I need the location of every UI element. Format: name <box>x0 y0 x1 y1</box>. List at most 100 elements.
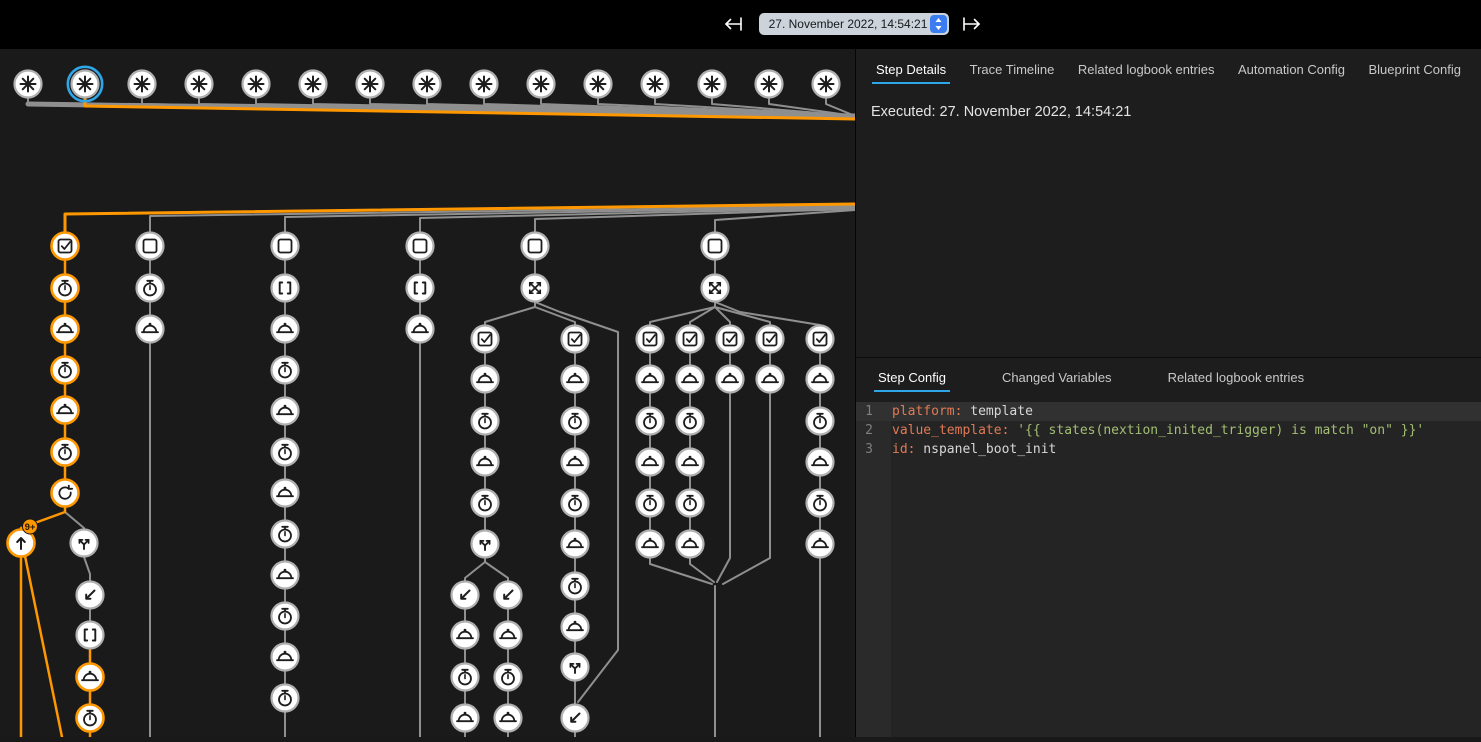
service-node[interactable] <box>637 531 664 558</box>
asterisk-node[interactable] <box>414 71 441 98</box>
service-node[interactable] <box>137 316 164 343</box>
service-node[interactable] <box>52 316 79 343</box>
service-node[interactable] <box>717 366 744 393</box>
service-node[interactable] <box>272 398 299 425</box>
asterisk-node[interactable] <box>585 71 612 98</box>
timer-node[interactable] <box>472 408 499 435</box>
brackets-node[interactable] <box>272 275 299 302</box>
timer-node[interactable] <box>52 439 79 466</box>
previous-run-button[interactable] <box>722 15 744 33</box>
timer-node[interactable] <box>807 490 834 517</box>
timer-node[interactable] <box>52 275 79 302</box>
asterisk-node[interactable] <box>528 71 555 98</box>
service-node[interactable] <box>562 366 589 393</box>
service-node[interactable] <box>407 316 434 343</box>
timer-node[interactable] <box>272 521 299 548</box>
service-node[interactable] <box>677 531 704 558</box>
next-run-button[interactable] <box>961 15 983 33</box>
timer-node[interactable] <box>637 490 664 517</box>
service-node[interactable] <box>562 449 589 476</box>
square-node[interactable] <box>407 233 434 260</box>
asterisk-node[interactable] <box>357 71 384 98</box>
service-node[interactable] <box>807 449 834 476</box>
service-node[interactable] <box>562 614 589 641</box>
service-node[interactable] <box>52 397 79 424</box>
timer-node[interactable] <box>272 685 299 712</box>
tab-step-details[interactable]: Step Details <box>872 56 950 84</box>
timer-node[interactable] <box>472 490 499 517</box>
asterisk-node[interactable] <box>15 71 42 98</box>
timer-node[interactable] <box>562 408 589 435</box>
arrow-sw-node[interactable] <box>562 705 589 732</box>
timer-node[interactable] <box>562 490 589 517</box>
tab-automation-config[interactable]: Automation Config <box>1234 56 1349 84</box>
service-node[interactable] <box>452 705 479 732</box>
timer-node[interactable] <box>52 357 79 384</box>
tab-related-logbook-entries[interactable]: Related logbook entries <box>1074 56 1219 84</box>
timer-node[interactable] <box>272 603 299 630</box>
asterisk-node[interactable] <box>813 71 840 98</box>
arrow-up-node[interactable]: 9+ <box>8 519 38 557</box>
service-node[interactable] <box>272 644 299 671</box>
service-node[interactable] <box>472 449 499 476</box>
service-node[interactable] <box>272 316 299 343</box>
timer-node[interactable] <box>677 408 704 435</box>
service-node[interactable] <box>495 622 522 649</box>
repeat-node[interactable] <box>52 480 79 507</box>
timer-node[interactable] <box>272 439 299 466</box>
service-node[interactable] <box>472 366 499 393</box>
service-node[interactable] <box>757 366 784 393</box>
service-node[interactable] <box>77 664 104 691</box>
checkbox-node[interactable] <box>562 326 589 353</box>
service-node[interactable] <box>637 366 664 393</box>
choose-node[interactable] <box>702 275 729 302</box>
split-node[interactable] <box>472 531 499 558</box>
timer-node[interactable] <box>677 490 704 517</box>
service-node[interactable] <box>677 366 704 393</box>
tab-blueprint-config[interactable]: Blueprint Config <box>1364 56 1465 84</box>
split-node[interactable] <box>562 654 589 681</box>
split-node[interactable] <box>71 530 98 557</box>
choose-node[interactable] <box>522 275 549 302</box>
asterisk-node[interactable] <box>129 71 156 98</box>
timer-node[interactable] <box>495 664 522 691</box>
timer-node[interactable] <box>807 408 834 435</box>
asterisk-node[interactable] <box>300 71 327 98</box>
tab-changed-variables[interactable]: Changed Variables <box>998 364 1116 392</box>
asterisk-node[interactable] <box>756 71 783 98</box>
asterisk-node[interactable] <box>186 71 213 98</box>
checkbox-node[interactable] <box>637 326 664 353</box>
service-node[interactable] <box>807 531 834 558</box>
tab-trace-timeline[interactable]: Trace Timeline <box>966 56 1059 84</box>
timer-node[interactable] <box>452 664 479 691</box>
arrow-sw-node[interactable] <box>77 582 104 609</box>
timer-node[interactable] <box>77 705 104 732</box>
checkbox-node[interactable] <box>807 326 834 353</box>
service-node[interactable] <box>495 705 522 732</box>
asterisk-node[interactable] <box>471 71 498 98</box>
timer-node[interactable] <box>137 275 164 302</box>
checkbox-node[interactable] <box>717 326 744 353</box>
asterisk-node[interactable] <box>642 71 669 98</box>
run-selector[interactable]: 27. November 2022, 14:54:21 <box>759 13 949 35</box>
brackets-node[interactable] <box>77 622 104 649</box>
service-node[interactable] <box>562 531 589 558</box>
service-node[interactable] <box>677 449 704 476</box>
service-node[interactable] <box>807 366 834 393</box>
timer-node[interactable] <box>272 357 299 384</box>
square-node[interactable] <box>137 233 164 260</box>
service-node[interactable] <box>637 449 664 476</box>
service-node[interactable] <box>272 562 299 589</box>
timer-node[interactable] <box>637 408 664 435</box>
checkbox-node[interactable] <box>757 326 784 353</box>
square-node[interactable] <box>272 233 299 260</box>
service-node[interactable] <box>452 622 479 649</box>
tab-step-config[interactable]: Step Config <box>874 364 950 392</box>
tab-related-logbook-entries[interactable]: Related logbook entries <box>1164 364 1309 392</box>
square-node[interactable] <box>522 233 549 260</box>
checkbox-node[interactable] <box>677 326 704 353</box>
brackets-node[interactable] <box>407 275 434 302</box>
yaml-editor[interactable]: 1platform: template2value_template: '{{ … <box>856 402 1481 737</box>
asterisk-node[interactable] <box>68 67 102 101</box>
checkbox-node[interactable] <box>472 326 499 353</box>
